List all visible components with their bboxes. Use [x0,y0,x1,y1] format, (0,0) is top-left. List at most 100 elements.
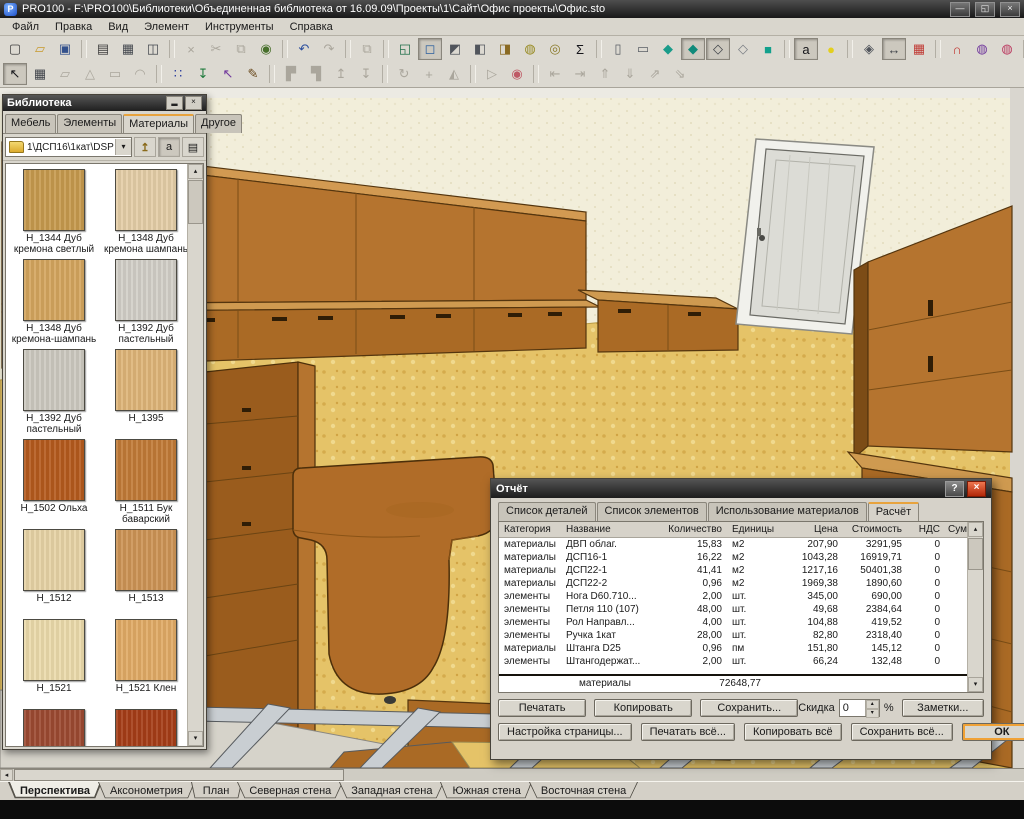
material-item[interactable]: Н_1520 Груша [100,709,187,746]
ok-button[interactable]: ОК [962,723,1024,741]
redo-icon[interactable]: ↷ [317,38,341,60]
delete-icon[interactable]: × [179,38,203,60]
library-tab[interactable]: Элементы [57,114,122,133]
scroll-up-icon[interactable]: ▴ [188,164,203,179]
menu-item[interactable]: Правка [47,20,100,34]
dimensions-icon[interactable]: ↔ [882,38,906,60]
scroll-down-icon[interactable]: ▾ [968,677,983,692]
room-walls-icon[interactable]: ▦ [28,63,52,85]
contour-icon[interactable]: ▭ [103,63,127,85]
mirror-icon[interactable]: ◭ [442,63,466,85]
box-textures-icon[interactable]: ◆ [681,38,705,60]
copy-button[interactable]: Копировать [594,699,692,717]
screenshot-icon[interactable]: ◉ [254,38,278,60]
view-tab[interactable]: Восточная стена [529,782,638,801]
material-item[interactable]: Н_1521 Клен [100,619,187,709]
table-header[interactable]: Категория Название Количество Единицы Це… [499,522,967,538]
list-view-button[interactable]: ▤ [182,137,204,157]
align-top-icon[interactable]: ⇑ [593,63,617,85]
report-tab[interactable]: Список элементов [597,502,707,521]
box-edges-icon[interactable]: ◇ [706,38,730,60]
menu-item[interactable]: Справка [282,20,341,34]
menu-item[interactable]: Вид [100,20,136,34]
copy-all-button[interactable]: Копировать всё [744,723,842,741]
restore-icon[interactable]: ◱ [975,2,995,17]
close-icon[interactable]: × [1000,2,1020,17]
box-ghost-icon[interactable]: ◇ [731,38,755,60]
save-button[interactable]: Сохранить... [700,699,798,717]
copy-icon[interactable]: ⧉ [229,38,253,60]
spin-down-icon[interactable]: ▾ [866,709,879,718]
close-icon[interactable]: × [967,481,986,497]
group-icon[interactable]: ▷ [480,63,504,85]
sort-alpha-button[interactable]: a [158,137,180,157]
material-item[interactable]: Н_1502 Ольха [8,439,100,529]
box-hidden-lines-icon[interactable]: ▭ [631,38,655,60]
scroll-left-icon[interactable]: ◂ [0,769,13,781]
align-edge-right-icon[interactable]: ⇥ [568,63,592,85]
discount-input[interactable]: 0 [840,702,865,714]
view-photo-icon[interactable]: ◎ [543,38,567,60]
table-row[interactable]: материалы ДСП22-1 41,41 м2 1217,16 50401… [499,564,967,577]
print-preview-icon[interactable]: ◫ [141,38,165,60]
low-cabinet[interactable] [578,290,738,352]
material-item[interactable]: Н_1511 Бук баварский [100,439,187,529]
print-button[interactable]: Печатать [498,699,586,717]
box-colors-icon[interactable]: ◆ [656,38,680,60]
library-scrollbar[interactable]: ▴ ▾ [187,164,203,746]
snap-icon[interactable]: ∩ [945,38,969,60]
report-tab[interactable]: Список деталей [498,502,596,521]
report-tab[interactable]: Расчёт [868,502,919,521]
pick-element-icon[interactable]: ↖ [216,63,240,85]
select-icon[interactable]: ↖ [3,63,27,85]
material-item[interactable]: Н_1348 Дуб кремона-шампань [8,259,100,349]
view-colors-icon[interactable]: ◧ [468,38,492,60]
material-item[interactable]: Н_1521 [8,619,100,709]
view-tab[interactable]: Аксонометрия [98,782,195,801]
table-scrollbar[interactable]: ▴ ▾ [967,522,983,692]
new-icon[interactable]: ▢ [3,38,27,60]
material-item[interactable]: Н_1520 [8,709,100,746]
cut-icon[interactable]: ✂ [204,38,228,60]
library-tab[interactable]: Другое [195,114,242,133]
scroll-up-icon[interactable]: ▴ [968,522,983,537]
report-tab[interactable]: Использование материалов [708,502,867,521]
save-all-button[interactable]: Сохранить всё... [851,723,953,741]
material-item[interactable]: Н_1513 [100,529,187,619]
help-icon[interactable]: ? [945,481,964,497]
snap-points-icon[interactable]: ∷ [166,63,190,85]
close-icon[interactable]: × [185,96,202,110]
report-titlebar[interactable]: Отчёт ? × [491,479,991,498]
menu-item[interactable]: Элемент [136,20,197,34]
minimize-icon[interactable]: ▂ [166,96,183,110]
view-tab[interactable]: Западная стена [339,782,444,801]
view-textures-icon[interactable]: ◨ [493,38,517,60]
table-row[interactable]: элементы Нога D60.710... 2,00 шт. 345,00… [499,590,967,603]
center-icon[interactable]: ◉ [505,63,529,85]
distribute-v-icon[interactable]: ⇘ [668,63,692,85]
render-icon[interactable]: ◍ [970,38,994,60]
table-row[interactable]: элементы Рол Направл... 4,00 шт. 104,88 … [499,616,967,629]
photo-icon[interactable]: ◍ [995,38,1019,60]
rotate-icon[interactable]: ↻ [392,63,416,85]
scroll-down-icon[interactable]: ▾ [188,731,203,746]
light-icon[interactable]: ● [819,38,843,60]
scrollbar-thumb[interactable] [188,180,203,224]
material-item[interactable]: Н_1344 Дуб кремона светлый [8,169,100,259]
distribute-h-icon[interactable]: ⇗ [643,63,667,85]
vertex-icon[interactable]: △ [78,63,102,85]
library-tab[interactable]: Материалы [123,114,194,133]
grid-icon[interactable]: ▦ [907,38,931,60]
menu-item[interactable]: Инструменты [197,20,282,34]
table-row[interactable]: элементы Ручка 1кат 28,00 шт. 82,80 2318… [499,629,967,642]
align-bottom-icon[interactable]: ⇓ [618,63,642,85]
folder-up-button[interactable]: ↥ [134,137,156,157]
left-cabinet-column[interactable] [205,362,315,758]
paste-icon[interactable]: ⧉ [355,38,379,60]
menu-item[interactable]: Файл [4,20,47,34]
discount-spinner[interactable]: ▴ ▾ [865,700,879,716]
minimize-icon[interactable]: — [950,2,970,17]
move-up-icon[interactable]: ↥ [329,63,353,85]
table-row[interactable]: элементы Штангодержат... 2,00 шт. 66,24 … [499,655,967,668]
move-icon[interactable]: + [417,63,441,85]
